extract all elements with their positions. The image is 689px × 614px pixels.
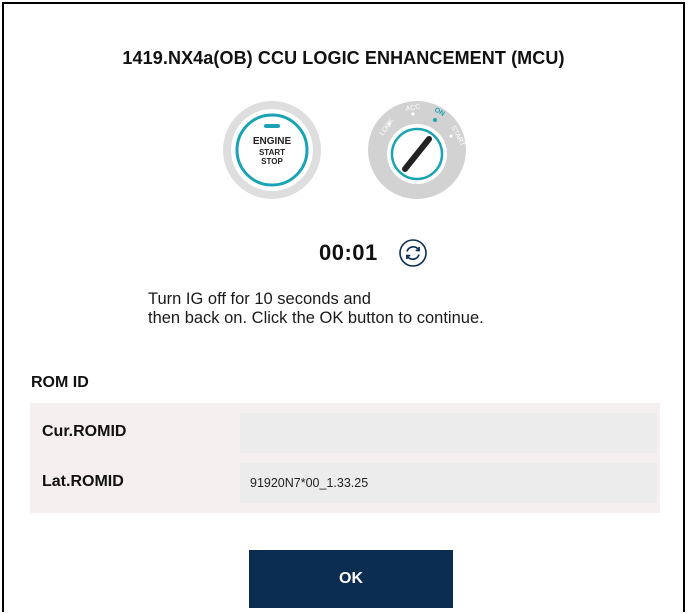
instruction-text: Turn IG off for 10 seconds and then back… [148,290,484,328]
ignition-key-icon: LOCK ACC ON START [368,101,466,199]
cur-romid-value [240,413,657,453]
rom-row-latest: Lat.ROMID 91920N7*00_1.33.25 [30,463,660,503]
ok-button[interactable]: OK [249,550,453,608]
lat-romid-value: 91920N7*00_1.33.25 [240,463,657,503]
dialog-title: 1419.NX4a(OB) CCU LOGIC ENHANCEMENT (MCU… [122,48,565,68]
instruction-line-2: then back on. Click the OK button to con… [148,309,484,327]
cur-romid-label: Cur.ROMID [42,423,127,440]
rom-row-current: Cur.ROMID [30,413,660,453]
illustration-row: ENGINE START STOP LOCK ACC ON START [4,100,683,200]
dialog: 1419.NX4a(OB) CCU LOGIC ENHANCEMENT (MCU… [2,2,685,612]
start-button-line2: START [259,148,285,157]
timer-row: 00:01 [4,236,683,276]
engine-start-stop-icon: ENGINE START STOP [223,101,321,199]
start-button-line3: STOP [261,157,283,166]
instruction-line-1: Turn IG off for 10 seconds and [148,290,371,308]
countdown-timer: 00:01 [319,240,378,265]
rom-id-heading: ROM ID [31,374,89,391]
rom-id-panel: Cur.ROMID Lat.ROMID 91920N7*00_1.33.25 [30,403,660,513]
lat-romid-label: Lat.ROMID [42,473,124,490]
refresh-icon[interactable] [398,238,428,268]
start-button-line1: ENGINE [253,136,292,147]
